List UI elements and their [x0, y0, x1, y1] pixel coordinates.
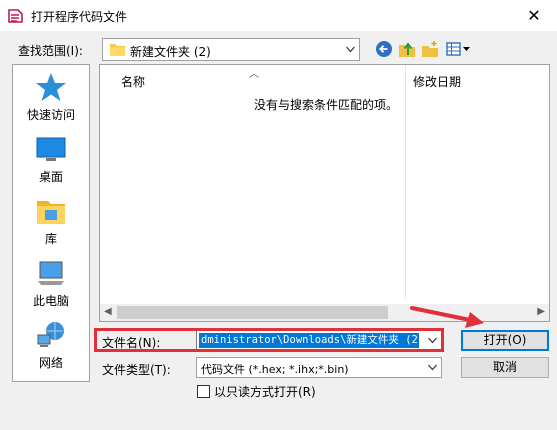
cancel-button[interactable]: 取消 — [461, 357, 549, 378]
title-bar: 打开程序代码文件 ✕ — [0, 0, 557, 31]
place-network[interactable]: 网络 — [13, 319, 89, 371]
place-quick-access[interactable]: 快速访问 — [13, 71, 89, 123]
library-icon — [34, 195, 68, 227]
lookin-label: 查找范围(I): — [18, 44, 83, 58]
place-this-pc[interactable]: 此电脑 — [13, 257, 89, 309]
back-icon[interactable] — [375, 40, 393, 58]
checkbox-box[interactable] — [197, 385, 210, 398]
places-sidebar: 快速访问 桌面 库 此电脑 网络 — [12, 64, 90, 382]
readonly-label: 以只读方式打开(R) — [214, 385, 316, 399]
scroll-right-icon[interactable]: ▶ — [537, 306, 545, 317]
network-icon — [34, 319, 68, 351]
annotation-arrow — [410, 306, 484, 328]
empty-message: 没有与搜索条件匹配的项。 — [254, 98, 399, 112]
place-label: 快速访问 — [26, 108, 75, 122]
up-folder-icon[interactable] — [398, 40, 416, 58]
scroll-left-icon[interactable]: ◀ — [104, 306, 112, 317]
close-icon: ✕ — [527, 6, 541, 25]
filetype-value: 代码文件 (*.hex; *.ihx;*.bin) — [201, 363, 349, 376]
file-list[interactable]: 名称 ︿ 修改日期 没有与搜索条件匹配的项。 ◀ ▶ — [99, 64, 550, 322]
lookin-dropdown[interactable]: 新建文件夹 (2) — [102, 38, 360, 61]
star-icon — [34, 71, 68, 103]
filetype-dropdown[interactable]: 代码文件 (*.hex; *.ihx;*.bin) — [196, 357, 442, 378]
place-label: 网络 — [38, 356, 63, 370]
computer-icon — [34, 257, 68, 289]
filetype-label: 文件类型(T): — [102, 363, 171, 377]
place-label: 此电脑 — [32, 294, 69, 308]
place-libraries[interactable]: 库 — [13, 195, 89, 247]
window-title: 打开程序代码文件 — [31, 10, 128, 24]
view-menu-button[interactable] — [446, 40, 472, 58]
place-label: 桌面 — [38, 170, 63, 184]
column-header-name[interactable]: 名称 — [121, 73, 145, 90]
folder-icon — [110, 44, 125, 56]
chevron-down-icon — [346, 46, 355, 53]
scrollbar-thumb[interactable] — [117, 306, 388, 319]
column-divider — [405, 65, 406, 299]
readonly-checkbox[interactable]: 以只读方式打开(R) — [197, 383, 316, 400]
open-button[interactable]: 打开(O) — [461, 330, 549, 351]
annotation-highlight-box — [94, 328, 444, 352]
place-label: 库 — [44, 232, 57, 246]
lookin-value: 新建文件夹 (2) — [130, 45, 211, 59]
chevron-down-icon — [428, 364, 437, 371]
desktop-icon — [34, 133, 68, 165]
sort-ascending-icon: ︿ — [249, 69, 259, 80]
column-header-date[interactable]: 修改日期 — [413, 73, 461, 90]
new-folder-icon[interactable] — [421, 40, 439, 58]
view-menu-icon — [446, 42, 470, 56]
close-button[interactable]: ✕ — [511, 0, 557, 31]
place-desktop[interactable]: 桌面 — [13, 133, 89, 185]
app-icon — [8, 9, 23, 23]
